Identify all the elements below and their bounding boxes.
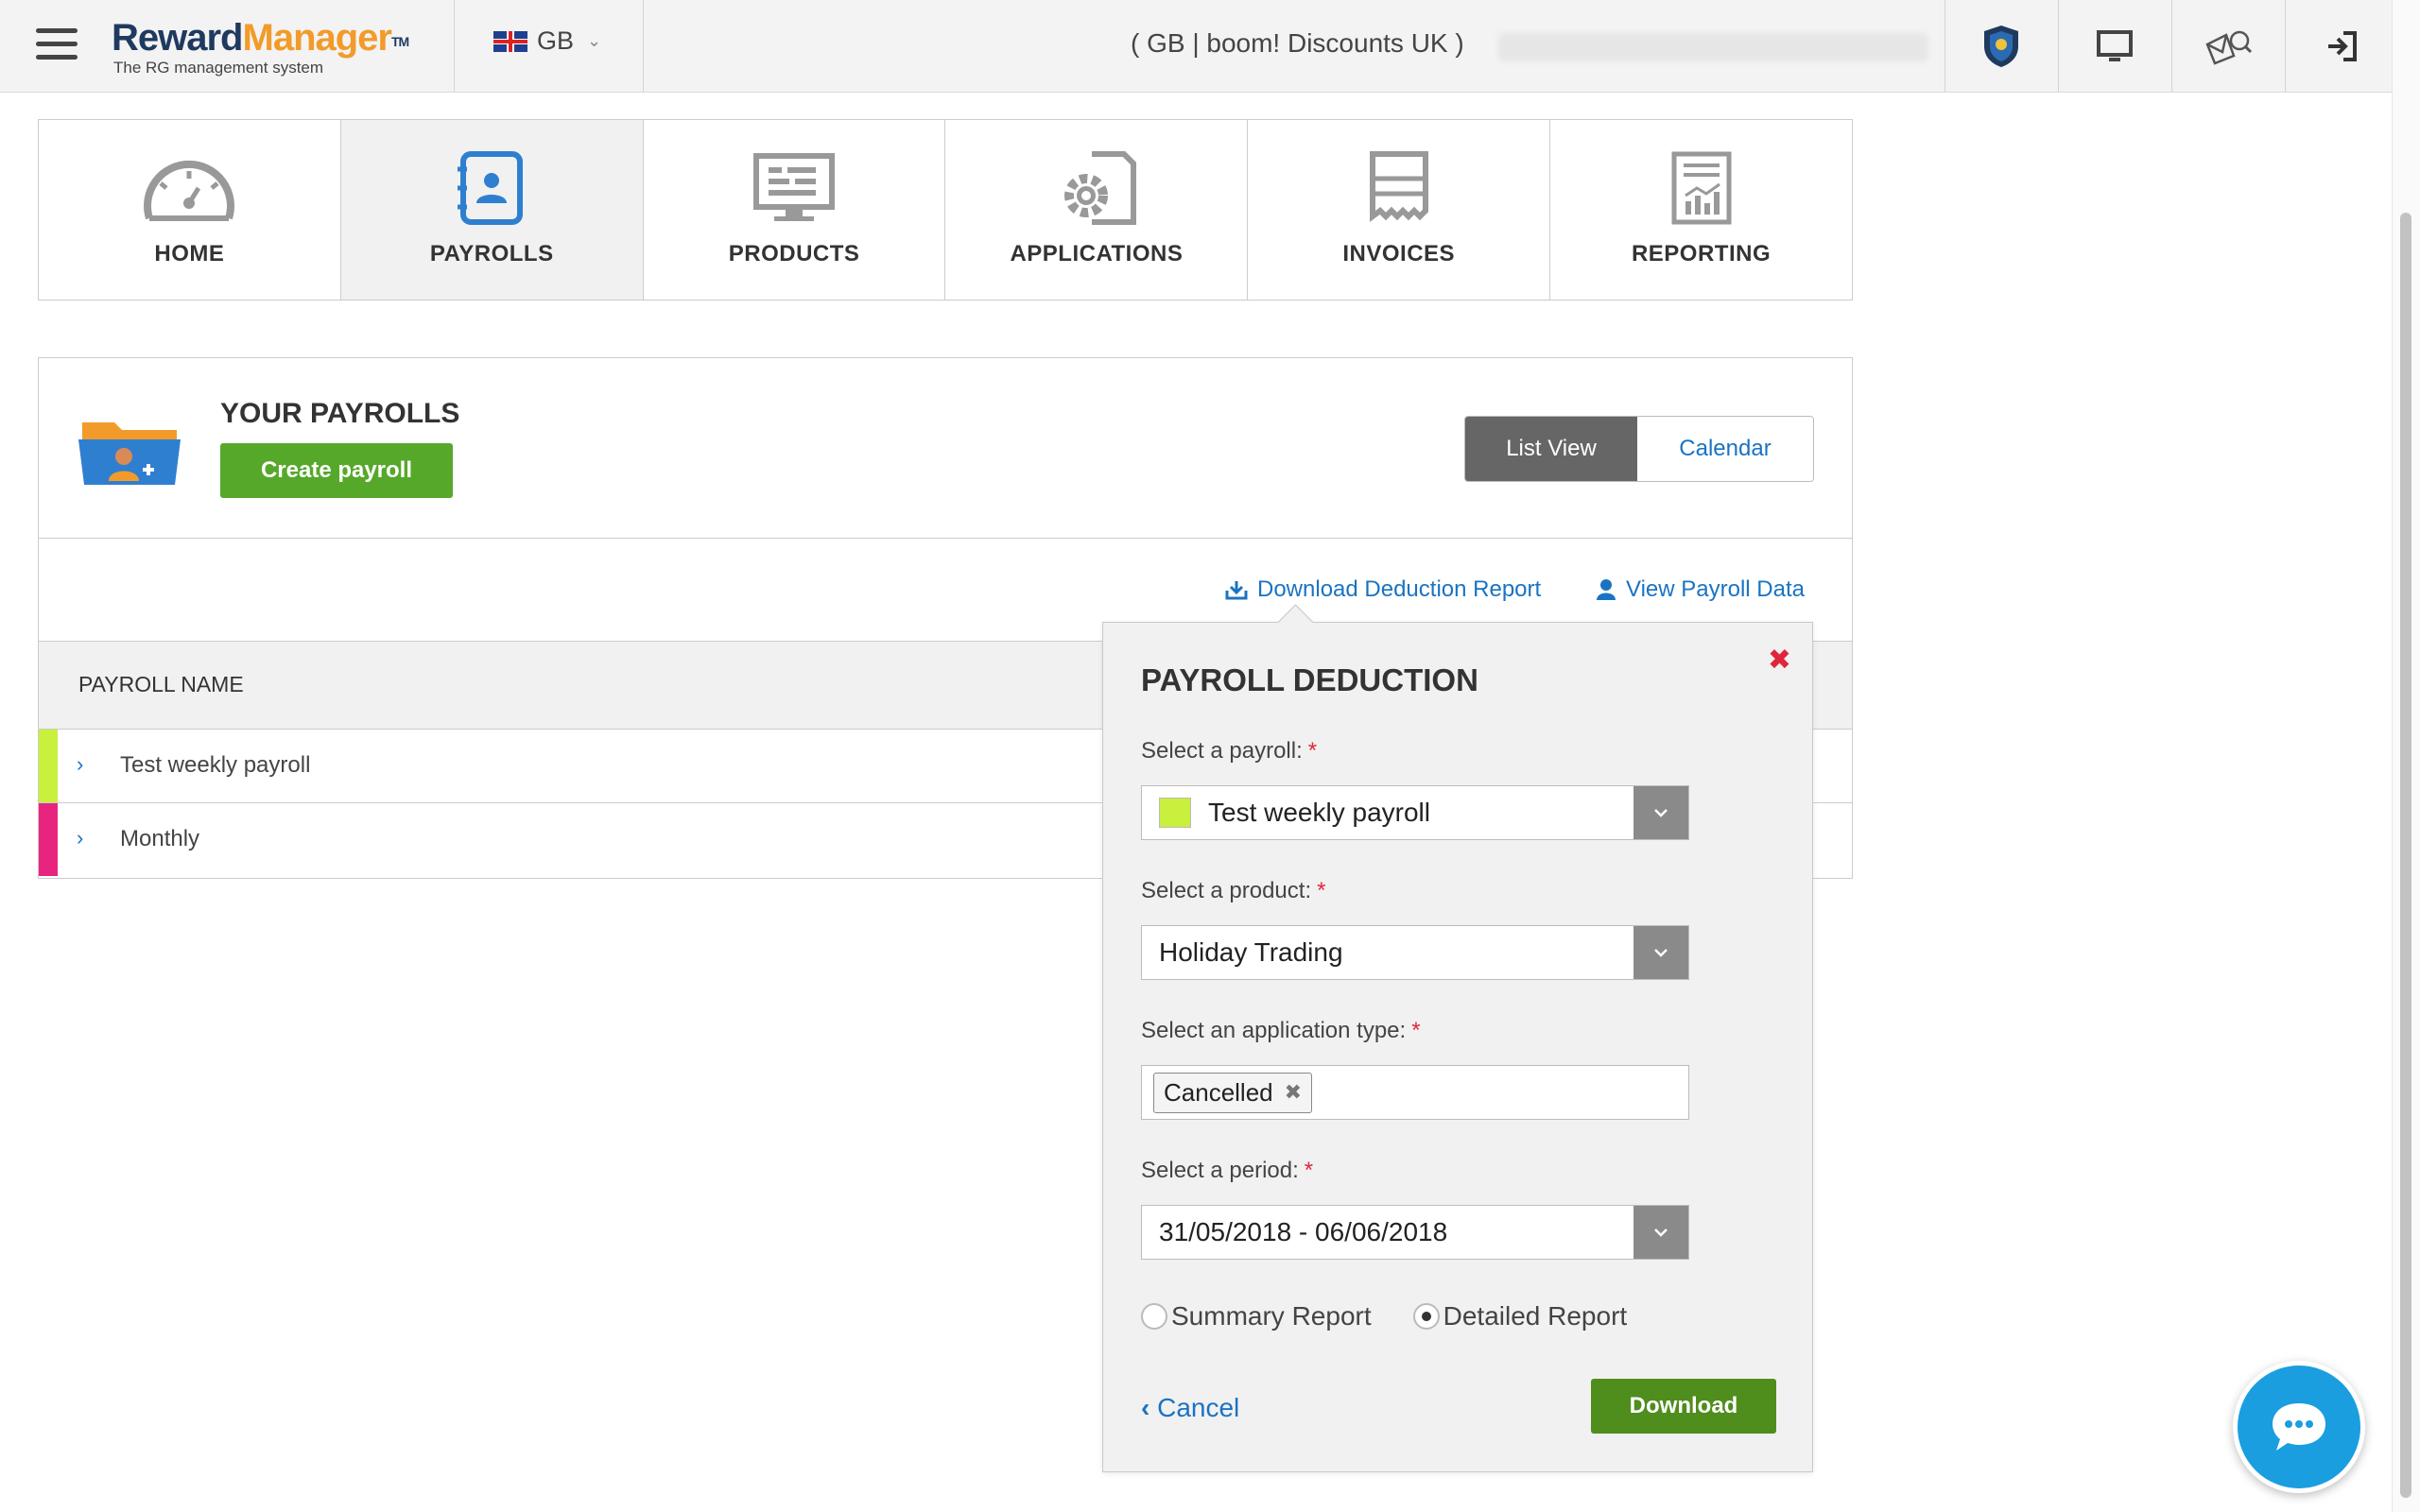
- summary-report-radio[interactable]: Summary Report: [1141, 1301, 1372, 1332]
- application-type-label: Select an application type: *: [1141, 1018, 1421, 1043]
- monitor-button[interactable]: [2058, 0, 2170, 92]
- uk-flag-icon: [493, 30, 527, 52]
- user-icon: [1597, 579, 1616, 600]
- nav-tile-label: HOME: [154, 241, 225, 266]
- payroll-select-label: Select a payroll: *: [1141, 738, 1318, 764]
- view-toggle: List View Calendar: [1464, 416, 1814, 482]
- report-type-radios: Summary Report Detailed Report: [1141, 1301, 1627, 1332]
- application-type-input[interactable]: Cancelled ✖: [1141, 1065, 1689, 1120]
- cancel-link[interactable]: ‹ Cancel: [1141, 1393, 1239, 1423]
- period-select-value: 31/05/2018 - 06/06/2018: [1159, 1217, 1448, 1246]
- payrolls-panel-header: YOUR PAYROLLS Create payroll List View C…: [39, 358, 1852, 539]
- chevron-right-icon[interactable]: ›: [77, 826, 83, 850]
- application-type-tag: Cancelled ✖: [1153, 1072, 1313, 1113]
- menu-hamburger-icon[interactable]: [36, 28, 78, 62]
- nav-tile-label: REPORTING: [1631, 241, 1772, 266]
- detailed-report-radio[interactable]: Detailed Report: [1412, 1301, 1627, 1332]
- popover-title: PAYROLL DEDUCTION: [1141, 662, 1478, 697]
- nav-tile-applications[interactable]: APPLICATIONS: [945, 120, 1249, 300]
- country-selector[interactable]: GB ⌄: [493, 26, 601, 56]
- nav-tile-home[interactable]: HOME: [39, 120, 341, 300]
- nav-tile-products[interactable]: PRODUCTS: [644, 120, 946, 300]
- chevron-down-icon[interactable]: [1634, 786, 1688, 839]
- product-select-value: Holiday Trading: [1159, 937, 1343, 967]
- monitor-icon: [2097, 29, 2133, 61]
- payroll-color-swatch: [1159, 798, 1191, 828]
- create-payroll-button[interactable]: Create payroll: [220, 443, 453, 498]
- list-view-button[interactable]: List View: [1465, 417, 1637, 481]
- nav-tile-label: APPLICATIONS: [1010, 241, 1184, 266]
- main-nav: HOME PAYROLLS PRODUCTS APPLICATIONS INVO…: [38, 119, 1853, 301]
- chevron-down-icon: ⌄: [587, 31, 602, 50]
- nav-tile-label: INVOICES: [1342, 241, 1456, 266]
- scrollbar-thumb[interactable]: [2400, 213, 2411, 1498]
- chevron-down-icon[interactable]: [1634, 1206, 1688, 1259]
- nav-tile-label: PAYROLLS: [429, 241, 554, 266]
- period-select-label: Select a period: *: [1141, 1158, 1314, 1183]
- nav-tile-payrolls[interactable]: PAYROLLS: [340, 120, 644, 300]
- radio-selected[interactable]: [1412, 1303, 1440, 1330]
- period-select[interactable]: 31/05/2018 - 06/06/2018: [1141, 1205, 1689, 1260]
- chat-button[interactable]: [2233, 1361, 2365, 1493]
- shield-badge-button[interactable]: [1945, 0, 2057, 92]
- payroll-color-marker: [39, 730, 58, 802]
- payroll-folder-icon: [78, 422, 181, 485]
- redacted-user-info: [1498, 33, 1928, 61]
- payroll-color-marker: [39, 803, 58, 876]
- country-code: GB: [537, 26, 575, 55]
- column-header-payroll-name: PAYROLL NAME: [78, 672, 244, 696]
- view-payroll-data-link[interactable]: View Payroll Data: [1596, 576, 1805, 603]
- download-icon: [1225, 581, 1248, 600]
- company-label: ( GB | boom! Discounts UK ): [1131, 28, 1464, 58]
- chevron-down-icon[interactable]: [1634, 926, 1688, 979]
- payroll-name: Test weekly payroll: [120, 752, 311, 778]
- payroll-select[interactable]: Test weekly payroll: [1141, 785, 1689, 840]
- nav-tile-label: PRODUCTS: [728, 241, 860, 266]
- app-logo[interactable]: RewardManagerTM The RG management system: [112, 17, 409, 77]
- product-select[interactable]: Holiday Trading: [1141, 925, 1689, 980]
- shield-badge-icon: [1984, 25, 2018, 67]
- logo-tagline: The RG management system: [113, 59, 324, 77]
- payroll-deduction-popover: PAYROLL DEDUCTION ✖ Select a payroll: * T…: [1102, 604, 1813, 1472]
- chat-bubble-icon: [2273, 1403, 2325, 1451]
- nav-tile-reporting[interactable]: REPORTING: [1550, 120, 1852, 300]
- product-select-label: Select a product: *: [1141, 878, 1326, 903]
- chevron-right-icon[interactable]: ›: [77, 752, 83, 777]
- download-deduction-report-link[interactable]: Download Deduction Report: [1225, 576, 1541, 603]
- logout-button[interactable]: [2285, 0, 2397, 92]
- calendar-view-button[interactable]: Calendar: [1637, 417, 1813, 481]
- envelope-search-icon: [2205, 30, 2253, 65]
- download-button[interactable]: Download: [1591, 1379, 1776, 1434]
- payroll-contact-book-icon: [458, 151, 524, 225]
- payroll-select-value: Test weekly payroll: [1208, 798, 1430, 827]
- dashboard-gauge-icon: [144, 160, 235, 221]
- top-bar: RewardManagerTM The RG management system…: [0, 0, 2392, 93]
- payrolls-title: YOUR PAYROLLS: [220, 398, 460, 429]
- receipt-icon: [1369, 151, 1428, 222]
- messages-button[interactable]: [2171, 0, 2284, 92]
- chevron-left-icon: ‹: [1141, 1393, 1150, 1422]
- monitor-products-icon: [753, 153, 836, 221]
- report-chart-icon: [1671, 151, 1732, 225]
- radio-unselected[interactable]: [1141, 1303, 1167, 1330]
- document-gear-icon: [1063, 151, 1136, 225]
- nav-tile-invoices[interactable]: INVOICES: [1248, 120, 1551, 300]
- sign-out-icon: [2328, 30, 2357, 61]
- payroll-name: Monthly: [120, 826, 200, 851]
- remove-tag-icon[interactable]: ✖: [1285, 1080, 1302, 1105]
- close-icon[interactable]: ✖: [1768, 644, 1791, 677]
